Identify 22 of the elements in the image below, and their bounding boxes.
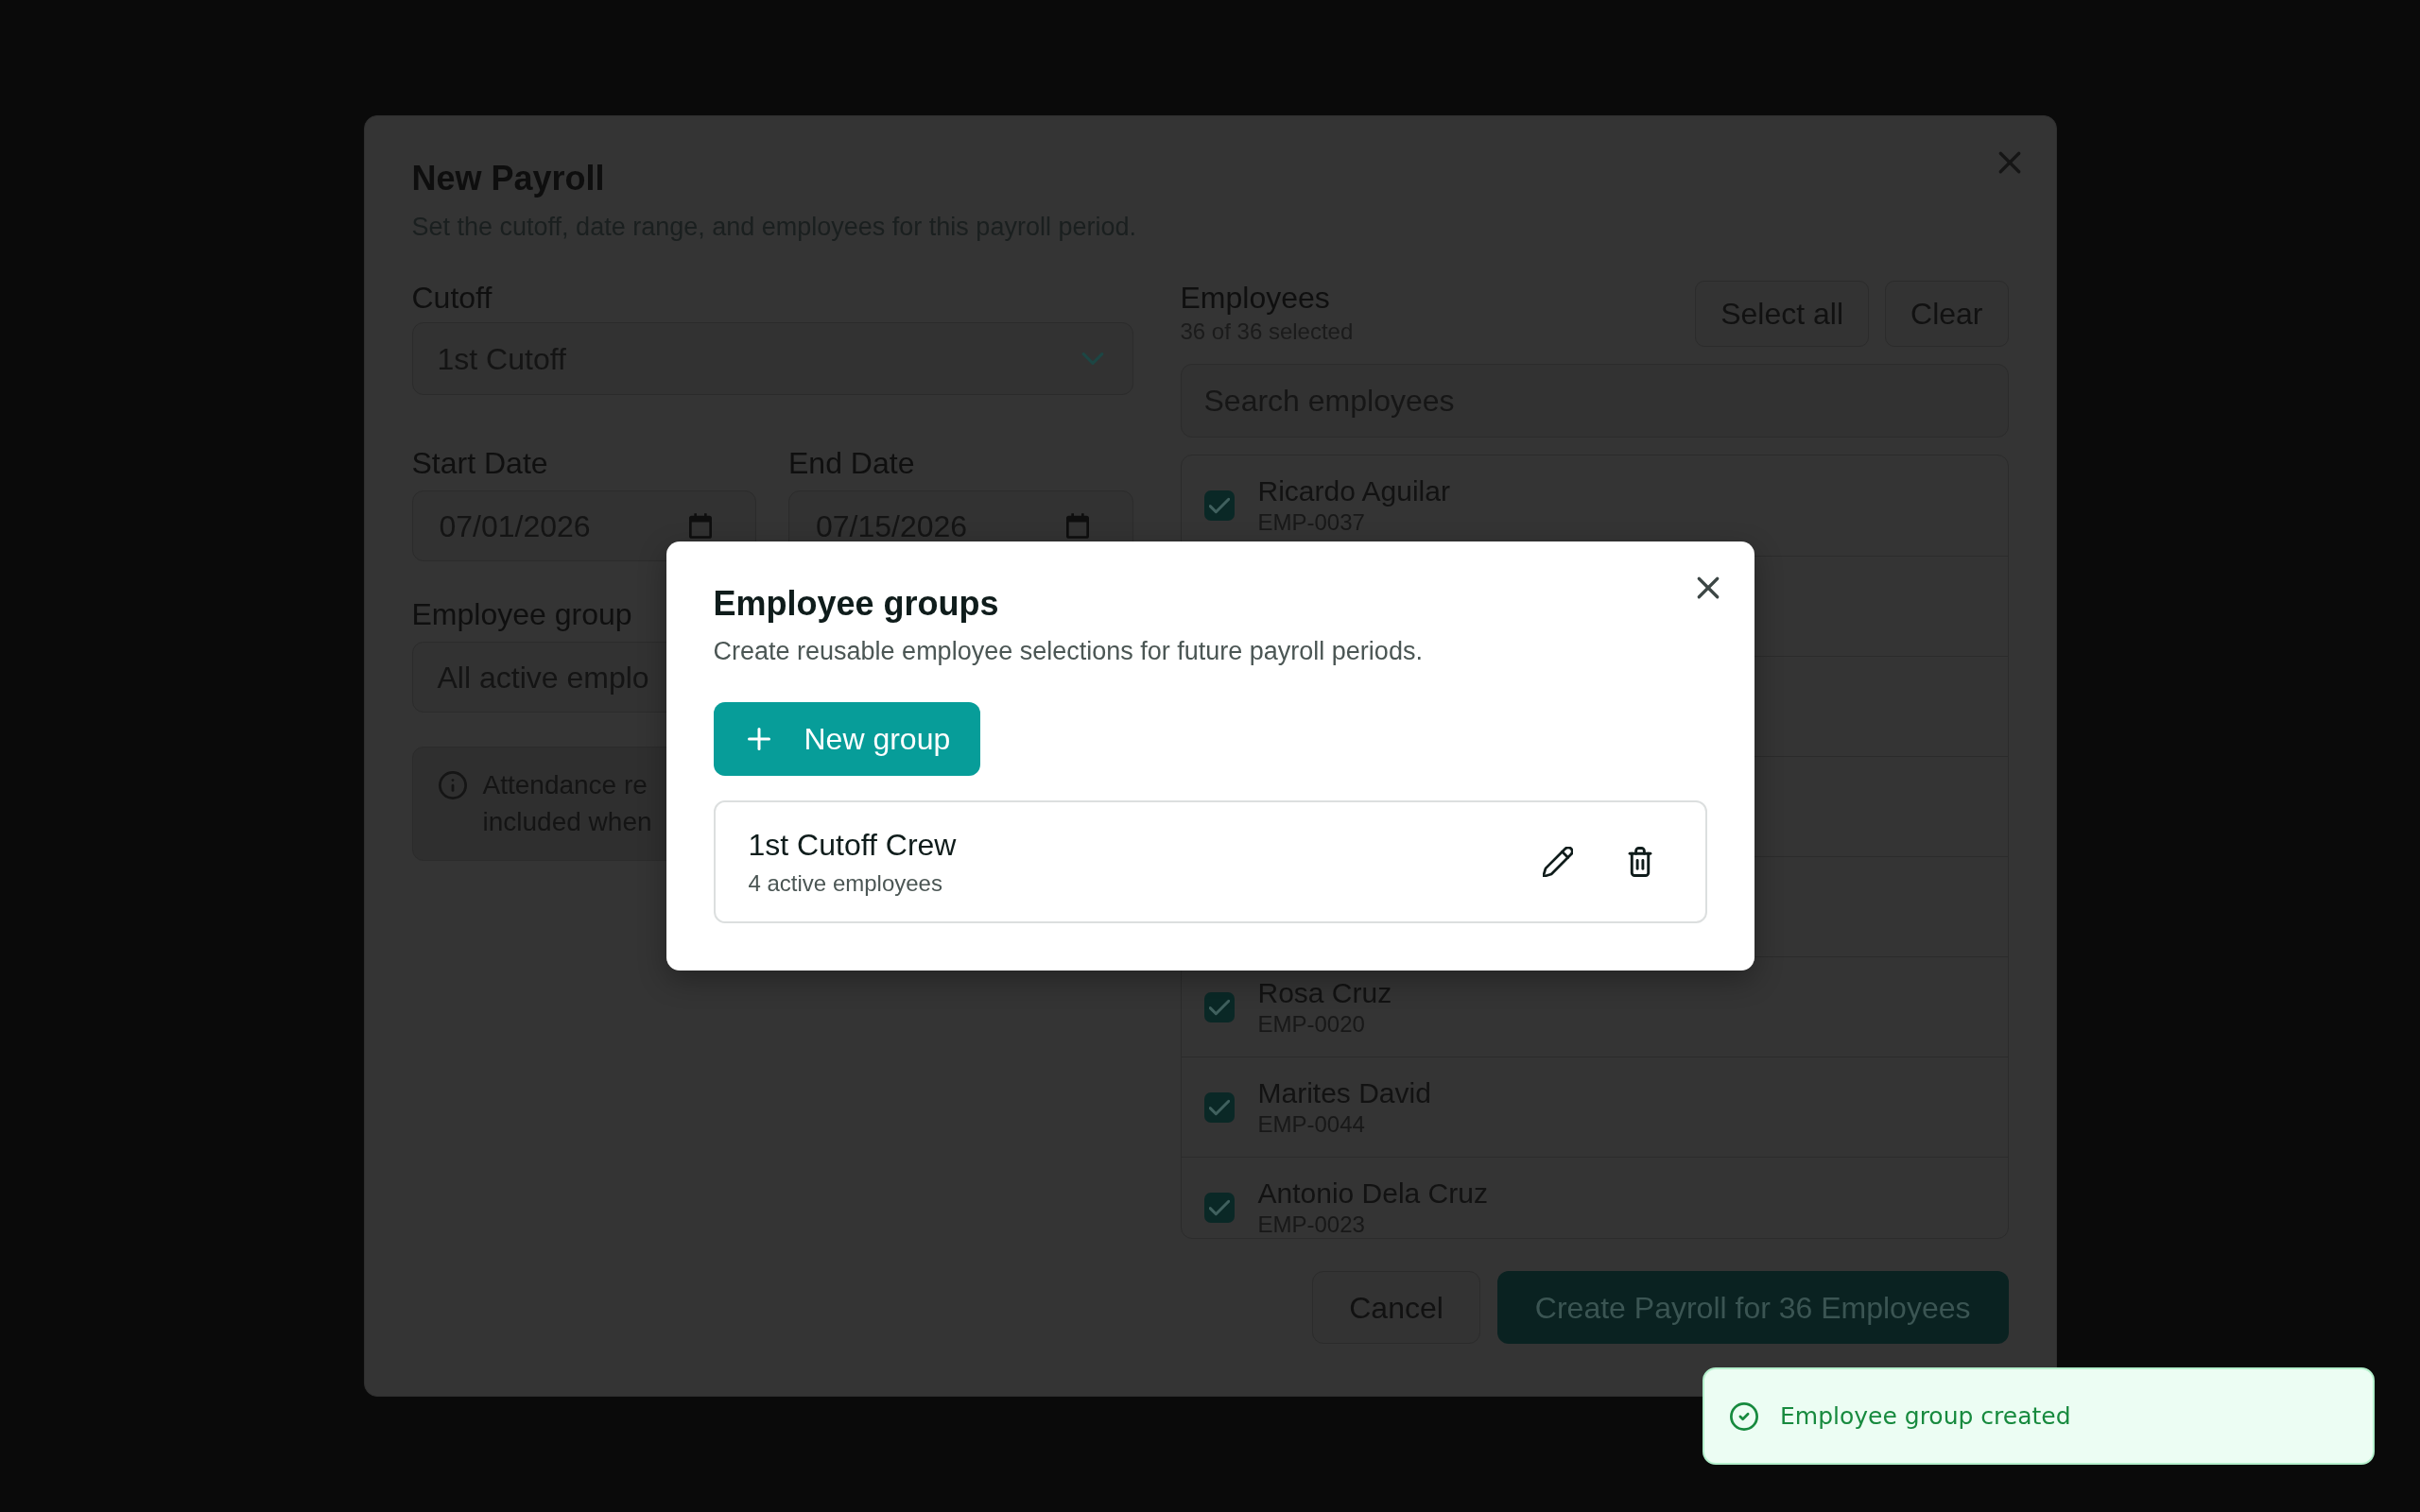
- calendar-icon[interactable]: [689, 513, 712, 539]
- trash-icon[interactable]: [1627, 847, 1652, 877]
- check-circle-icon: [1730, 1401, 1758, 1431]
- checkbox[interactable]: [1203, 1091, 1235, 1123]
- group-count: 4 active employees: [748, 869, 942, 898]
- checkbox[interactable]: [1203, 490, 1235, 521]
- check-icon: [1208, 497, 1230, 514]
- checkbox[interactable]: [1203, 1192, 1235, 1223]
- dialog-description: Create reusable employee selections for future payroll periods.: [713, 636, 1423, 667]
- pencil-icon[interactable]: [1542, 847, 1573, 877]
- group-name: 1st Cutoff Crew: [748, 827, 957, 864]
- new-group-button[interactable]: New group: [713, 702, 981, 776]
- info-icon: [438, 771, 467, 799]
- plus-icon: [747, 728, 770, 750]
- check-icon: [1208, 998, 1230, 1016]
- checkbox[interactable]: [1203, 991, 1235, 1022]
- close-icon[interactable]: [1695, 576, 1720, 600]
- toast-message: Employee group created: [1780, 1400, 2071, 1432]
- check-icon: [1208, 1098, 1230, 1116]
- dialog-title: Employee groups: [713, 583, 999, 625]
- check-icon: [1208, 1198, 1230, 1216]
- calendar-icon[interactable]: [1065, 513, 1089, 539]
